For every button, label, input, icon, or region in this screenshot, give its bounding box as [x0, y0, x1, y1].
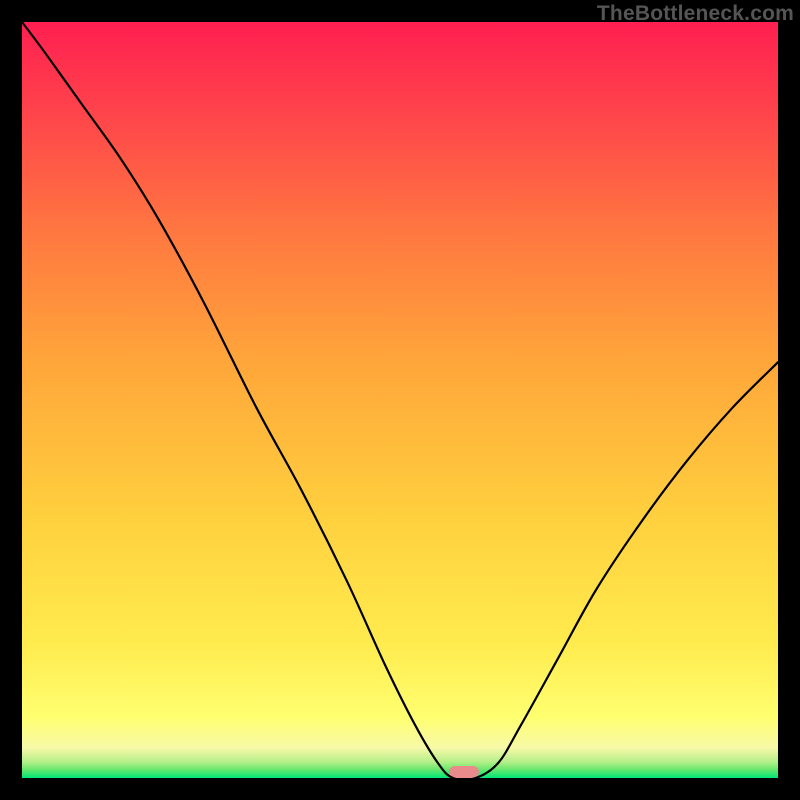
curve-path [22, 22, 778, 778]
watermark-text: TheBottleneck.com [597, 2, 794, 26]
plot-area [22, 22, 778, 778]
chart-frame: TheBottleneck.com [0, 0, 800, 800]
bottleneck-curve [22, 22, 778, 778]
